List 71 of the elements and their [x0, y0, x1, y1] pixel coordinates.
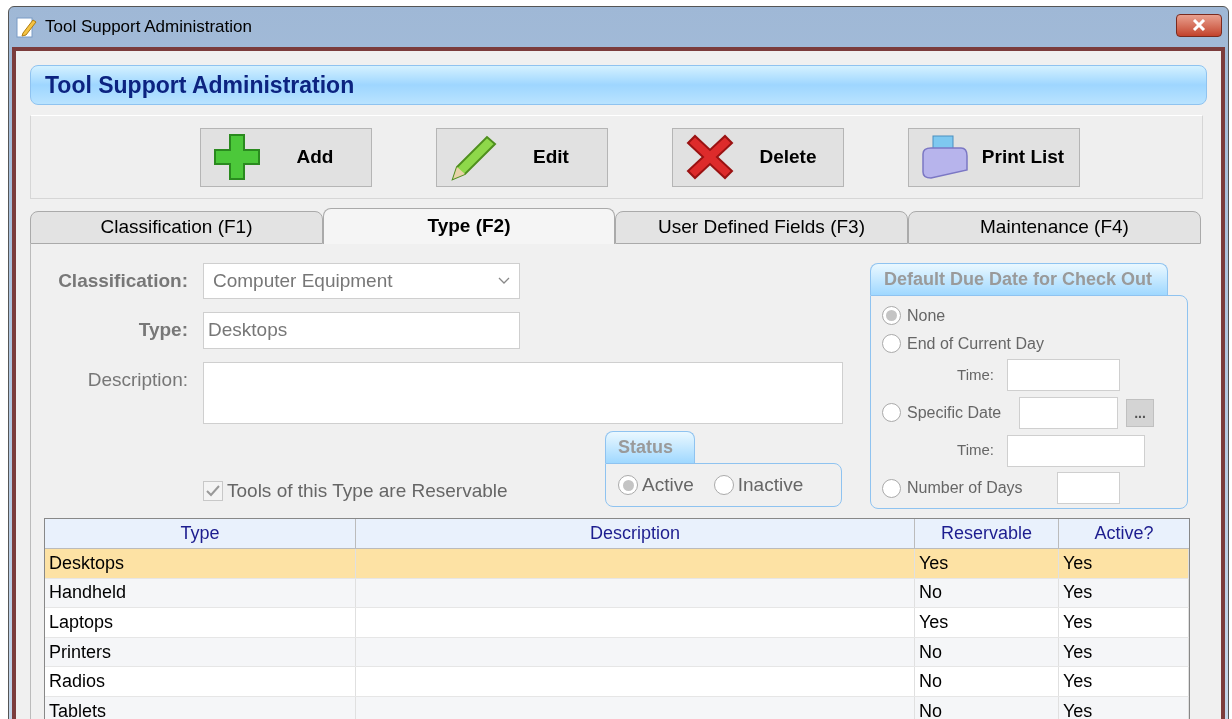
input-field[interactable]: [1057, 472, 1120, 505]
checkbox-label: Tools of this Type are Reservable: [227, 478, 508, 503]
input-field[interactable]: [1019, 396, 1118, 429]
close-icon: [1192, 19, 1206, 31]
table-cell-text: Yes: [1063, 581, 1093, 605]
print-button[interactable]: Print List: [908, 127, 1080, 187]
table-cell-text: No: [919, 699, 942, 719]
table-cell-text: Yes: [919, 611, 949, 634]
field-label: Type:: [137, 318, 188, 343]
radio-label: End of Current Day: [907, 333, 1044, 354]
window-title: Tool Support Administration: [45, 16, 252, 39]
x-mark-icon: [685, 133, 735, 181]
input-field[interactable]: [1007, 434, 1145, 467]
add-button[interactable]: Add: [200, 127, 372, 187]
table-row[interactable]: Laptops Yes Yes: [45, 608, 1189, 638]
group-title: Status: [605, 431, 695, 463]
tab[interactable]: User Defined Fields (F3): [615, 211, 908, 244]
radio-button[interactable]: [882, 306, 901, 326]
table-cell-text: No: [919, 640, 942, 664]
tab[interactable]: Classification (F1): [30, 211, 323, 244]
field-label: Classification:: [57, 268, 188, 293]
printer-icon: [921, 134, 969, 180]
table-cell-text: No: [919, 581, 942, 605]
table-cell-text: Yes: [1063, 551, 1093, 575]
edit-button[interactable]: Edit: [436, 127, 608, 187]
column-header[interactable]: Type: [45, 519, 356, 548]
radio-button[interactable]: [618, 475, 638, 495]
tab[interactable]: Type (F2): [323, 208, 615, 244]
group-title: Default Due Date for Check Out: [870, 263, 1168, 295]
table-cell-text: Radios: [49, 670, 106, 694]
radio-label: Number of Days: [907, 478, 1024, 499]
table-row[interactable]: Handheld No Yes: [45, 578, 1189, 609]
radio-label: Inactive: [737, 472, 804, 497]
table-row[interactable]: Tablets No Yes: [45, 696, 1189, 719]
radio-label: None: [907, 305, 946, 326]
pencil-icon: [449, 133, 497, 181]
table-cell-text: Tablets: [49, 699, 107, 719]
field-label: Time:: [956, 440, 995, 461]
table-cell-text: Yes: [1063, 640, 1093, 664]
table-cell-text: Laptops: [49, 611, 114, 634]
radio-label: Specific Date: [907, 402, 1003, 423]
table-row[interactable]: Radios No Yes: [45, 667, 1189, 697]
column-header[interactable]: Active?: [1059, 519, 1189, 548]
table-row[interactable]: Desktops Yes Yes: [45, 549, 1189, 579]
table-cell-text: Yes: [1063, 699, 1093, 719]
header-title: Tool Support Administration: [45, 70, 355, 100]
browse-button[interactable]: ...: [1126, 398, 1154, 427]
radio-label: Active: [642, 472, 694, 497]
column-header[interactable]: Reservable: [915, 519, 1059, 548]
radio-button[interactable]: [713, 475, 734, 495]
radio-button[interactable]: [882, 478, 901, 498]
table-cell-text: Yes: [1063, 611, 1093, 634]
column-header[interactable]: Description: [356, 519, 915, 548]
delete-button[interactable]: Delete: [672, 127, 844, 187]
table-cell-text: Desktops: [49, 551, 125, 575]
field-label: Time:: [956, 365, 995, 386]
table-cell-text: Yes: [919, 551, 949, 575]
tab[interactable]: Maintenance (F4): [908, 211, 1201, 244]
table-cell-text: No: [919, 670, 942, 694]
input-field[interactable]: [1007, 359, 1120, 392]
document-pencil-icon: [15, 15, 37, 39]
table-cell-text: Yes: [1063, 670, 1093, 694]
description-field[interactable]: [203, 362, 843, 424]
radio-button[interactable]: [882, 334, 901, 354]
field-label: Description:: [86, 368, 188, 392]
plus-icon: [213, 133, 261, 181]
radio-button[interactable]: [882, 403, 901, 423]
table-cell-text: Handheld: [49, 581, 127, 605]
table-cell-text: Printers: [49, 640, 111, 664]
close-button[interactable]: [1176, 13, 1222, 37]
table-row[interactable]: Printers No Yes: [45, 637, 1189, 668]
